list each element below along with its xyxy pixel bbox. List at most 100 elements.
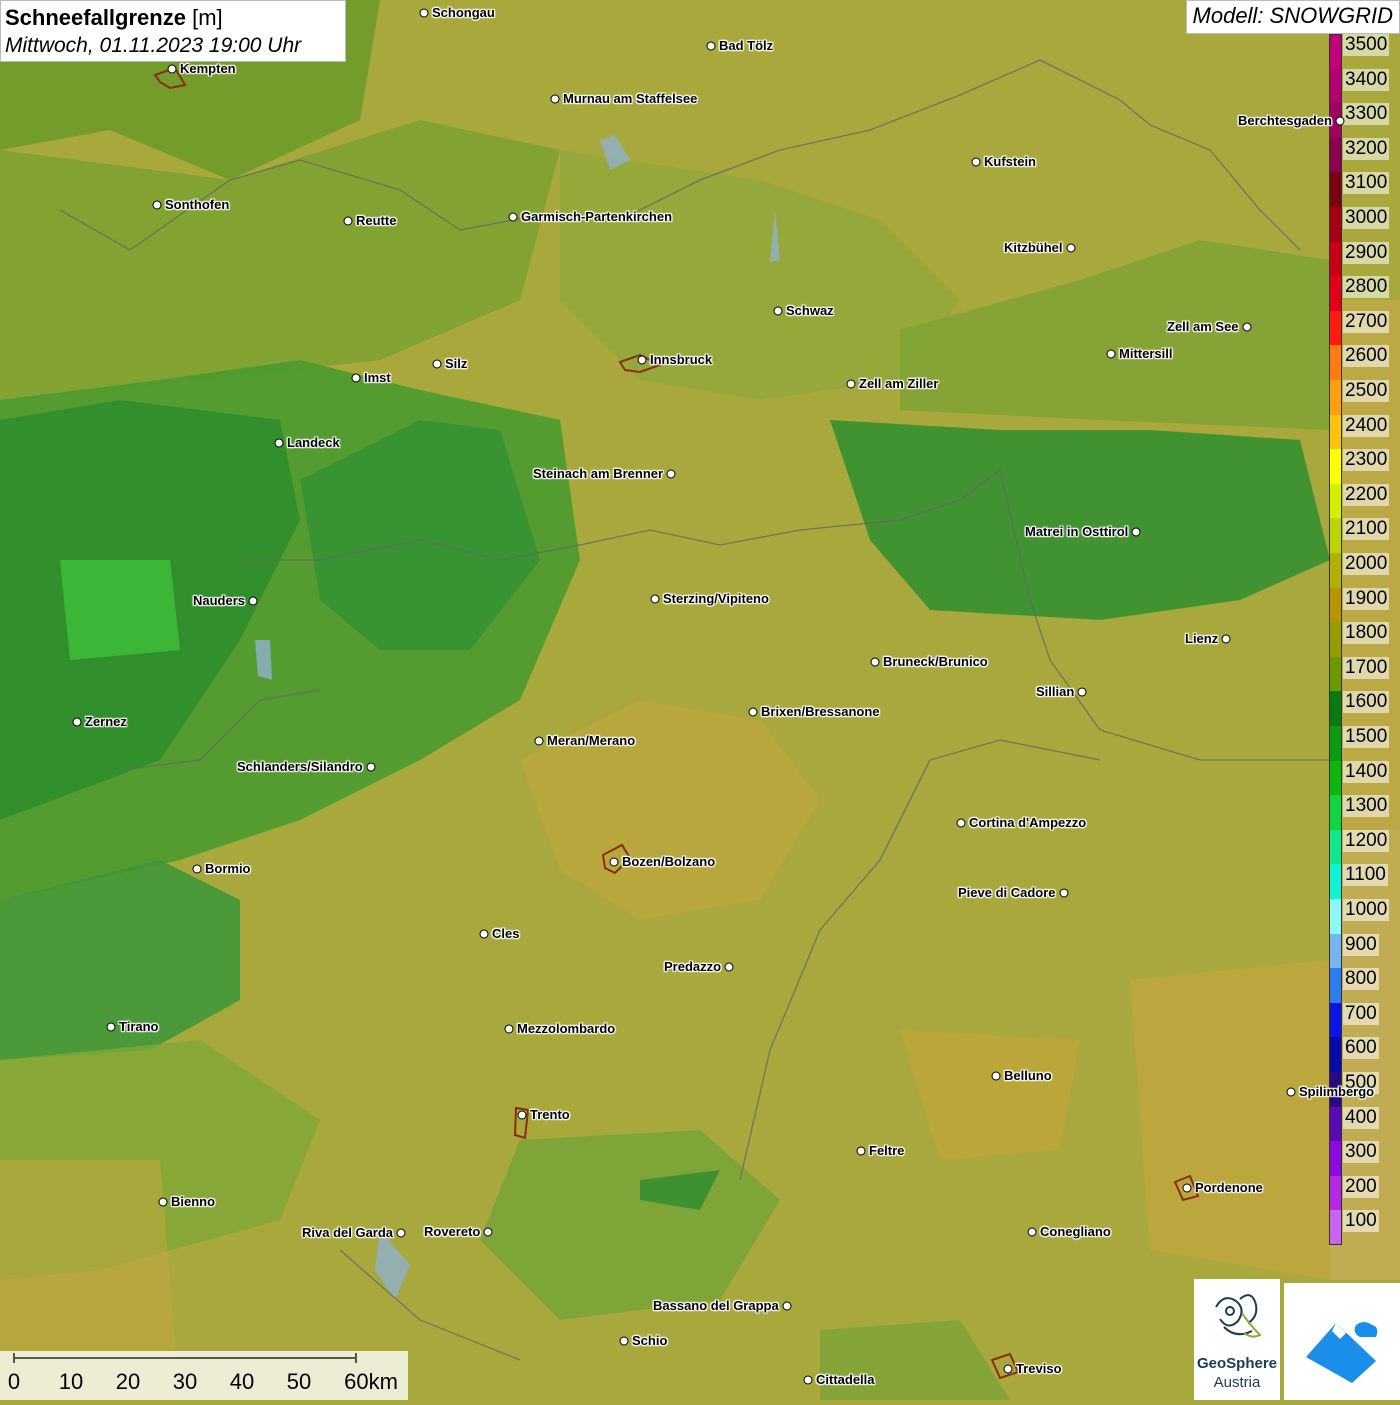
city-marker-icon[interactable] (366, 762, 376, 772)
city-marker-icon[interactable] (803, 1375, 813, 1385)
city-label[interactable]: Cles (492, 927, 519, 941)
city-marker-icon[interactable] (1335, 116, 1345, 126)
city-marker-icon[interactable] (609, 857, 619, 867)
city-label[interactable]: Bassano del Grappa (653, 1299, 779, 1313)
city-label[interactable]: Cittadella (816, 1373, 875, 1387)
city-label[interactable]: Pieve di Cadore (958, 886, 1056, 900)
city-label[interactable]: Pordenone (1195, 1181, 1263, 1195)
city-label[interactable]: Garmisch-Partenkirchen (521, 210, 672, 224)
city-label[interactable]: Innsbruck (650, 353, 712, 367)
city-label[interactable]: Cortina d'Ampezzo (969, 816, 1086, 830)
city-marker-icon[interactable] (619, 1336, 629, 1346)
city-label[interactable]: Nauders (193, 594, 245, 608)
city-marker-icon[interactable] (1003, 1364, 1013, 1374)
city-label[interactable]: Meran/Merano (547, 734, 635, 748)
city-label[interactable]: Bruneck/Brunico (883, 655, 988, 669)
city-label[interactable]: Murnau am Staffelsee (563, 92, 697, 106)
city-label[interactable]: Trento (530, 1108, 570, 1122)
city-label[interactable]: Sillian (1036, 685, 1074, 699)
city-label[interactable]: Spilimbergo (1299, 1085, 1374, 1099)
city-label[interactable]: Bormio (205, 862, 251, 876)
city-marker-icon[interactable] (856, 1146, 866, 1156)
city-marker-icon[interactable] (1059, 888, 1069, 898)
city-marker-icon[interactable] (773, 306, 783, 316)
city-label[interactable]: Imst (364, 371, 391, 385)
city-marker-icon[interactable] (1242, 322, 1252, 332)
city-marker-icon[interactable] (343, 216, 353, 226)
city-marker-icon[interactable] (666, 469, 676, 479)
city-marker-icon[interactable] (637, 355, 647, 365)
city-label[interactable]: Reutte (356, 214, 396, 228)
city-label[interactable]: Schwaz (786, 304, 834, 318)
city-marker-icon[interactable] (192, 864, 202, 874)
city-marker-icon[interactable] (248, 596, 258, 606)
city-label[interactable]: Predazzo (664, 960, 721, 974)
city-marker-icon[interactable] (106, 1022, 116, 1032)
city-marker-icon[interactable] (504, 1024, 514, 1034)
city-marker-icon[interactable] (167, 64, 177, 74)
city-marker-icon[interactable] (534, 736, 544, 746)
city-label[interactable]: Zernez (85, 715, 127, 729)
city-label[interactable]: Bienno (171, 1195, 215, 1209)
city-marker-icon[interactable] (351, 373, 361, 383)
city-marker-icon[interactable] (1106, 349, 1116, 359)
city-label[interactable]: Rovereto (424, 1225, 480, 1239)
city-marker-icon[interactable] (72, 717, 82, 727)
city-label[interactable]: Schio (632, 1334, 667, 1348)
city-label[interactable]: Landeck (287, 436, 340, 450)
city-marker-icon[interactable] (550, 94, 560, 104)
city-marker-icon[interactable] (870, 657, 880, 667)
city-label[interactable]: Schlanders/Silandro (237, 760, 363, 774)
city-label[interactable]: Zell am See (1167, 320, 1239, 334)
city-label[interactable]: Kitzbühel (1004, 241, 1063, 255)
city-label[interactable]: Conegliano (1040, 1225, 1111, 1239)
city-marker-icon[interactable] (1066, 243, 1076, 253)
city-marker-icon[interactable] (483, 1227, 493, 1237)
city-label[interactable]: Feltre (869, 1144, 904, 1158)
city-marker-icon[interactable] (432, 359, 442, 369)
city-label[interactable]: Silz (445, 357, 467, 371)
city-marker-icon[interactable] (706, 41, 716, 51)
city-label[interactable]: Bozen/Bolzano (622, 855, 715, 869)
city-marker-icon[interactable] (1027, 1227, 1037, 1237)
city-label[interactable]: Brixen/Bressanone (761, 705, 880, 719)
city-label[interactable]: Bad Tölz (719, 39, 773, 53)
city-marker-icon[interactable] (1131, 527, 1141, 537)
city-marker-icon[interactable] (846, 379, 856, 389)
city-label[interactable]: Schongau (432, 6, 495, 20)
city-marker-icon[interactable] (1077, 687, 1087, 697)
city-marker-icon[interactable] (158, 1197, 168, 1207)
city-marker-icon[interactable] (748, 707, 758, 717)
city-marker-icon[interactable] (479, 929, 489, 939)
city-label[interactable]: Mezzolombardo (517, 1022, 615, 1036)
city-marker-icon[interactable] (517, 1110, 527, 1120)
city-marker-icon[interactable] (650, 594, 660, 604)
city-label[interactable]: Steinach am Brenner (533, 467, 663, 481)
city-marker-icon[interactable] (1182, 1183, 1192, 1193)
city-marker-icon[interactable] (152, 200, 162, 210)
city-marker-icon[interactable] (396, 1228, 406, 1238)
city-label[interactable]: Berchtesgaden (1238, 114, 1332, 128)
city-label[interactable]: Treviso (1016, 1362, 1062, 1376)
city-label[interactable]: Sterzing/Vipiteno (663, 592, 769, 606)
city-marker-icon[interactable] (956, 818, 966, 828)
city-marker-icon[interactable] (1221, 634, 1231, 644)
city-marker-icon[interactable] (274, 438, 284, 448)
city-marker-icon[interactable] (991, 1071, 1001, 1081)
city-label[interactable]: Matrei in Osttirol (1025, 525, 1128, 539)
city-marker-icon[interactable] (508, 212, 518, 222)
city-label[interactable]: Zell am Ziller (859, 377, 938, 391)
city-label[interactable]: Belluno (1004, 1069, 1052, 1083)
city-label[interactable]: Tirano (119, 1020, 159, 1034)
city-marker-icon[interactable] (1286, 1087, 1296, 1097)
city-label[interactable]: Sonthofen (165, 198, 229, 212)
city-label[interactable]: Riva del Garda (302, 1226, 393, 1240)
city-marker-icon[interactable] (971, 157, 981, 167)
city-marker-icon[interactable] (419, 8, 429, 18)
city-label[interactable]: Mittersill (1119, 347, 1172, 361)
city-marker-icon[interactable] (782, 1301, 792, 1311)
city-marker-icon[interactable] (724, 962, 734, 972)
city-label[interactable]: Lienz (1185, 632, 1218, 646)
city-label[interactable]: Kufstein (984, 155, 1036, 169)
city-label[interactable]: Kempten (180, 62, 236, 76)
